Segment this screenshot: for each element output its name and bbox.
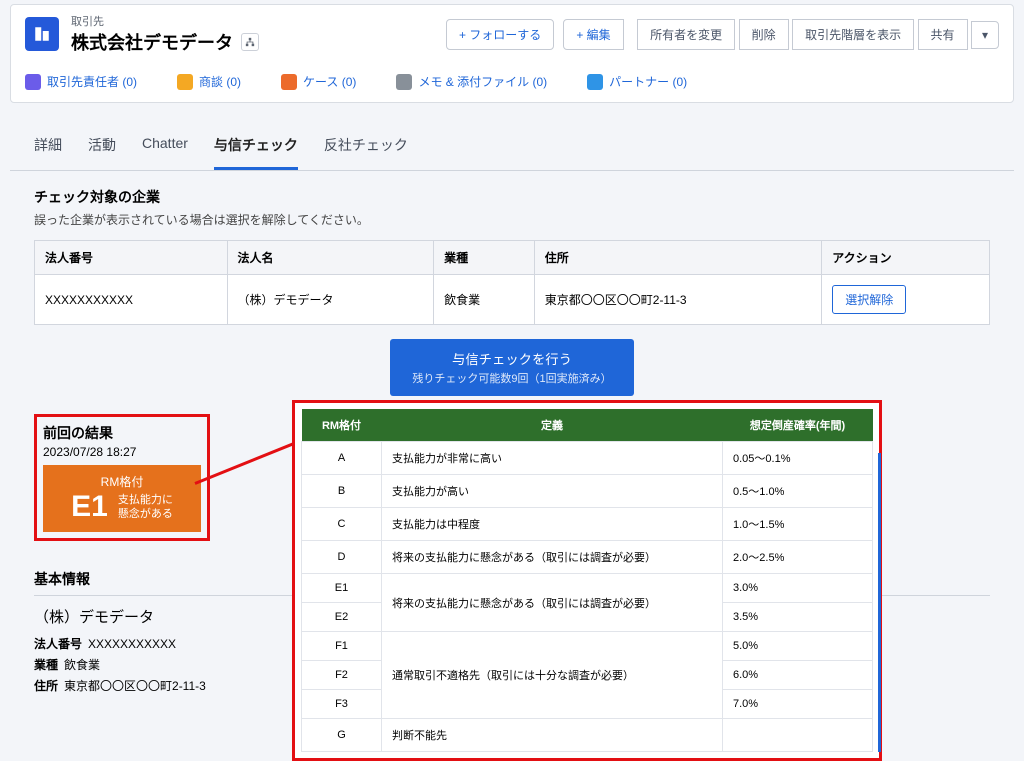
contact-icon bbox=[25, 74, 41, 90]
record-name: 株式会社デモデータ bbox=[71, 29, 233, 55]
tabs: 詳細 活動 Chatter 与信チェック 反社チェック bbox=[10, 113, 1014, 171]
rm-rating-badge: RM格付 E1 支払能力に 懸念がある bbox=[43, 465, 201, 532]
run-button-label: 与信チェックを行う bbox=[452, 352, 572, 367]
cell-probability: 0.05～0.1% bbox=[723, 442, 873, 475]
rating-definition-table: RM格付 定義 想定倒産確率(年間) A支払能力が非常に高い0.05～0.1%B… bbox=[301, 409, 873, 752]
related-partners[interactable]: パートナー (0) bbox=[609, 73, 687, 90]
col-definition: 定義 bbox=[382, 409, 723, 442]
opportunity-icon bbox=[177, 74, 193, 90]
cell-grade: F3 bbox=[302, 690, 382, 719]
basic-address: 東京都〇〇区〇〇町2-11-3 bbox=[64, 679, 206, 693]
rm-grade: E1 bbox=[71, 490, 108, 524]
table-row: B支払能力が高い0.5～1.0% bbox=[302, 475, 873, 508]
cell-grade: B bbox=[302, 475, 382, 508]
tab-credit-check[interactable]: 与信チェック bbox=[214, 135, 298, 170]
cell-probability: 0.5～1.0% bbox=[723, 475, 873, 508]
tab-detail[interactable]: 詳細 bbox=[34, 135, 62, 170]
cell-grade: E2 bbox=[302, 603, 382, 632]
col-corp-number: 法人番号 bbox=[35, 241, 228, 275]
related-opportunities[interactable]: 商談 (0) bbox=[199, 73, 241, 90]
cell-probability: 6.0% bbox=[723, 661, 873, 690]
cell-grade: D bbox=[302, 541, 382, 574]
case-icon bbox=[281, 74, 297, 90]
cell-definition: 将来の支払能力に懸念がある（取引には調査が必要） bbox=[382, 574, 723, 632]
col-corp-name: 法人名 bbox=[227, 241, 434, 275]
cell-grade: F1 bbox=[302, 632, 382, 661]
related-notes[interactable]: メモ & 添付ファイル (0) bbox=[418, 73, 547, 90]
cell-definition: 支払能力は中程度 bbox=[382, 508, 723, 541]
col-action: アクション bbox=[822, 241, 990, 275]
table-row: G判断不能先 bbox=[302, 719, 873, 752]
cell-probability: 1.0～1.5% bbox=[723, 508, 873, 541]
account-icon bbox=[25, 17, 59, 51]
cell-grade: A bbox=[302, 442, 382, 475]
header-actions: フォローする 編集 所有者を変更 削除 取引先階層を表示 共有 ▾ bbox=[446, 19, 999, 50]
col-probability: 想定倒産確率(年間) bbox=[723, 409, 873, 442]
object-label: 取引先 bbox=[71, 13, 259, 29]
table-row: C支払能力は中程度1.0～1.5% bbox=[302, 508, 873, 541]
delete-button[interactable]: 削除 bbox=[739, 19, 789, 50]
basic-industry: 飲食業 bbox=[64, 658, 100, 672]
partner-icon bbox=[587, 74, 603, 90]
run-button-sub: 残りチェック可能数9回（1回実施済み） bbox=[412, 370, 611, 386]
table-row: F1通常取引不適格先（取引には十分な調査が必要）5.0% bbox=[302, 632, 873, 661]
rm-label: RM格付 bbox=[51, 473, 193, 490]
more-actions-button[interactable]: ▾ bbox=[971, 21, 999, 49]
previous-result-box: 前回の結果 2023/07/28 18:27 RM格付 E1 支払能力に 懸念が… bbox=[34, 414, 210, 541]
tab-activity[interactable]: 活動 bbox=[88, 135, 116, 170]
scrollbar[interactable] bbox=[878, 453, 881, 752]
company-table: 法人番号 法人名 業種 住所 アクション XXXXXXXXXXX （株）デモデー… bbox=[34, 240, 990, 325]
cell-grade: G bbox=[302, 719, 382, 752]
cell-probability: 7.0% bbox=[723, 690, 873, 719]
edit-button[interactable]: 編集 bbox=[563, 19, 623, 50]
basic-corp-number: XXXXXXXXXXX bbox=[88, 637, 176, 651]
cell-definition: 判断不能先 bbox=[382, 719, 723, 752]
cell-probability bbox=[723, 719, 873, 752]
cell-probability: 5.0% bbox=[723, 632, 873, 661]
cell-grade: E1 bbox=[302, 574, 382, 603]
table-row: A支払能力が非常に高い0.05～0.1% bbox=[302, 442, 873, 475]
cell-address: 東京都〇〇区〇〇町2-11-3 bbox=[534, 275, 821, 325]
cell-probability: 3.0% bbox=[723, 574, 873, 603]
change-owner-button[interactable]: 所有者を変更 bbox=[637, 19, 735, 50]
previous-result-title: 前回の結果 bbox=[43, 423, 201, 443]
section-subtitle: 誤った企業が表示されている場合は選択を解除してください。 bbox=[34, 211, 990, 228]
unselect-button[interactable]: 選択解除 bbox=[832, 285, 906, 314]
rating-definition-panel: RM格付 定義 想定倒産確率(年間) A支払能力が非常に高い0.05～0.1%B… bbox=[292, 400, 882, 761]
run-credit-check-button[interactable]: 与信チェックを行う 残りチェック可能数9回（1回実施済み） bbox=[390, 339, 633, 396]
related-cases[interactable]: ケース (0) bbox=[303, 73, 356, 90]
tab-antisocial-check[interactable]: 反社チェック bbox=[324, 135, 408, 170]
cell-probability: 3.5% bbox=[723, 603, 873, 632]
hierarchy-button[interactable]: 取引先階層を表示 bbox=[792, 19, 914, 50]
note-icon bbox=[396, 74, 412, 90]
related-contacts[interactable]: 取引先責任者 (0) bbox=[47, 73, 137, 90]
previous-result-timestamp: 2023/07/28 18:27 bbox=[43, 445, 201, 459]
cell-industry: 飲食業 bbox=[434, 275, 535, 325]
share-button[interactable]: 共有 bbox=[918, 19, 968, 50]
tab-chatter[interactable]: Chatter bbox=[142, 135, 188, 170]
cell-corp-name: （株）デモデータ bbox=[227, 275, 434, 325]
col-industry: 業種 bbox=[434, 241, 535, 275]
cell-definition: 将来の支払能力に懸念がある（取引には調査が必要） bbox=[382, 541, 723, 574]
cell-corp-number: XXXXXXXXXXX bbox=[35, 275, 228, 325]
table-row: XXXXXXXXXXX （株）デモデータ 飲食業 東京都〇〇区〇〇町2-11-3… bbox=[35, 275, 990, 325]
section-title: チェック対象の企業 bbox=[34, 187, 990, 207]
cell-definition: 支払能力が高い bbox=[382, 475, 723, 508]
table-row: E1将来の支払能力に懸念がある（取引には調査が必要）3.0% bbox=[302, 574, 873, 603]
table-row: D将来の支払能力に懸念がある（取引には調査が必要）2.0～2.5% bbox=[302, 541, 873, 574]
cell-probability: 2.0～2.5% bbox=[723, 541, 873, 574]
cell-grade: F2 bbox=[302, 661, 382, 690]
cell-definition: 通常取引不適格先（取引には十分な調査が必要） bbox=[382, 632, 723, 719]
col-rm-grade: RM格付 bbox=[302, 409, 382, 442]
col-address: 住所 bbox=[534, 241, 821, 275]
hierarchy-icon[interactable] bbox=[241, 33, 259, 51]
cell-definition: 支払能力が非常に高い bbox=[382, 442, 723, 475]
cell-grade: C bbox=[302, 508, 382, 541]
follow-button[interactable]: フォローする bbox=[446, 19, 554, 50]
record-header: 取引先 株式会社デモデータ フォローする 編集 所有者を変更 削除 取引先階層を… bbox=[10, 4, 1014, 103]
